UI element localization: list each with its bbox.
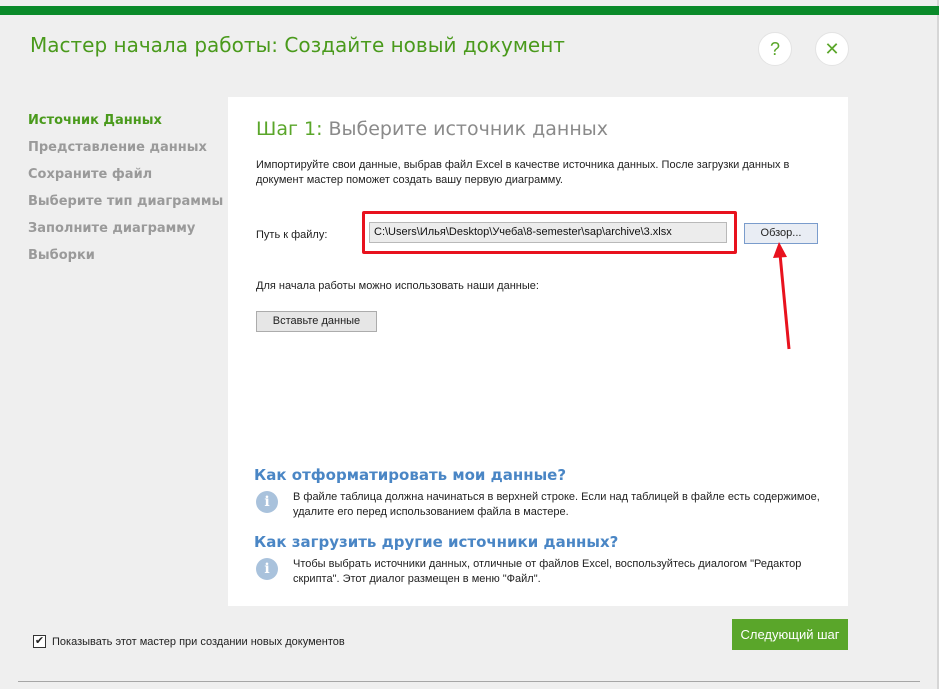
- file-path-label: Путь к файлу:: [256, 229, 328, 241]
- wizard-steps-nav: Источник Данных Представление данных Сох…: [28, 112, 223, 274]
- help-button[interactable]: ?: [758, 32, 792, 66]
- nav-item-chart-type[interactable]: Выберите тип диаграммы: [28, 193, 223, 220]
- sample-data-text: Для начала работы можно использовать наш…: [256, 280, 539, 292]
- divider: [18, 681, 920, 682]
- close-icon: ✕: [824, 38, 840, 59]
- nav-item-fill-chart[interactable]: Заполните диаграмму: [28, 220, 223, 247]
- help-icon: ?: [769, 38, 780, 59]
- nav-item-save-file[interactable]: Сохраните файл: [28, 166, 223, 193]
- show-wizard-label: Показывать этот мастер при создании новы…: [52, 635, 345, 648]
- wizard-window: Мастер начала работы: Создайте новый док…: [0, 0, 939, 689]
- browse-button[interactable]: Обзор...: [744, 223, 818, 244]
- step-heading: Шаг 1: Выберите источник данных: [256, 118, 608, 140]
- paste-data-button[interactable]: Вставьте данные: [256, 311, 377, 332]
- step-panel: Шаг 1: Выберите источник данных Импортиру…: [228, 97, 848, 606]
- info-icon: i: [256, 491, 278, 513]
- window-title: Мастер начала работы: Создайте новый док…: [30, 33, 565, 57]
- header-accent-bar: [0, 6, 939, 15]
- help-text-other-sources: Чтобы выбрать источники данных, отличные…: [293, 558, 802, 585]
- step-number: Шаг 1:: [256, 118, 323, 140]
- show-wizard-option[interactable]: ✔ Показывать этот мастер при создании но…: [33, 635, 345, 648]
- nav-item-data-view[interactable]: Представление данных: [28, 139, 223, 166]
- help-link-format-data[interactable]: Как отформатировать мои данные?: [254, 466, 566, 484]
- close-button[interactable]: ✕: [815, 32, 849, 66]
- help-text-format-data: В файле таблица должна начинаться в верх…: [293, 491, 820, 518]
- nav-item-data-source[interactable]: Источник Данных: [28, 112, 223, 139]
- step-title: Выберите источник данных: [328, 118, 609, 140]
- red-highlight-box: [362, 211, 737, 254]
- info-icon: i: [256, 558, 278, 580]
- step-intro: Импортируйте свои данные, выбрав файл Ex…: [256, 159, 790, 186]
- nav-item-selections[interactable]: Выборки: [28, 247, 223, 274]
- next-step-button[interactable]: Следующий шаг: [732, 619, 848, 650]
- show-wizard-checkbox[interactable]: ✔: [33, 635, 46, 648]
- help-link-other-sources[interactable]: Как загрузить другие источники данных?: [254, 533, 618, 551]
